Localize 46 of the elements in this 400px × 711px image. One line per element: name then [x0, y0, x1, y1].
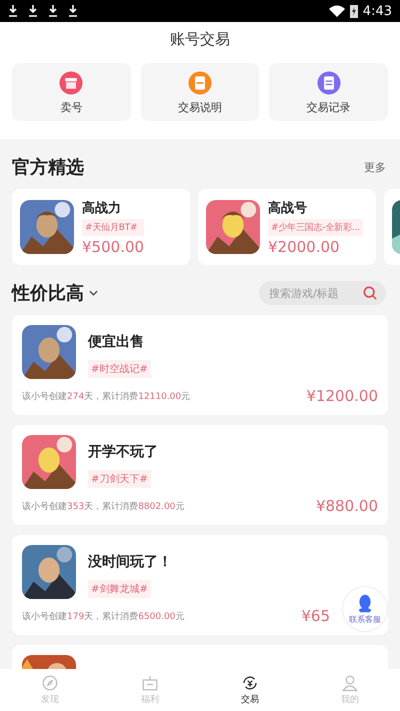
quick-action-button[interactable]: 卖号 [12, 63, 131, 121]
listing-title: 没时间玩了！ [88, 553, 172, 571]
game-tag: #天仙月BT# [82, 218, 144, 236]
featured-card[interactable]: 高战力 #天仙月BT# ¥500.00 [12, 189, 190, 265]
status-time: 4:43 [362, 4, 392, 18]
download-icon [8, 5, 18, 17]
search-icon[interactable] [363, 286, 377, 300]
listing-price: ¥500.00 [82, 238, 144, 256]
section-title: 官方精选 [12, 156, 84, 179]
more-link[interactable]: 更多 [364, 160, 386, 174]
listing-price: ¥2000.00 [268, 238, 341, 256]
listing-card[interactable]: 便宜出售 #时空战记# 该小号创建274天，累计消费12110.00元 ¥1200.00 [12, 315, 388, 415]
section-title: 性价比高 [12, 282, 84, 305]
listing-title: 开学不玩了 [88, 443, 158, 461]
download-icon [48, 5, 58, 17]
listing-title: 高战号 [268, 200, 308, 216]
featured-card[interactable]: 高战号 #少年三国志-全新彩... ¥2000.00 [198, 189, 376, 265]
wifi-icon [328, 5, 345, 17]
listing-price: ¥880.00 [316, 497, 378, 515]
game-tag: #时空战记# [88, 360, 151, 378]
game-tag: #刀剑天下# [88, 470, 151, 488]
listing-card[interactable]: 开学不玩了 #刀剑天下# 该小号创建353天，累计消费8802.00元 ¥880.00 [12, 425, 388, 525]
game-tag: #剑舞龙城# [88, 580, 151, 598]
download-icon [68, 5, 78, 17]
quick-action-button[interactable]: 交易记录 [269, 63, 388, 121]
battery-icon [350, 4, 358, 18]
gift-box-icon [141, 674, 159, 692]
compass-icon [41, 674, 59, 692]
account-stats: 该小号创建274天，累计消费12110.00元 [22, 390, 190, 402]
listing-card[interactable] [12, 645, 388, 669]
account-stats: 该小号创建179天，累计消费6500.00元 [22, 610, 184, 622]
listing-price: ¥1200.00 [306, 387, 378, 405]
page-title: 账号交易 [169, 30, 231, 49]
listing-title: 便宜出售 [88, 333, 145, 351]
yuan-exchange-icon [241, 674, 259, 692]
listing-price: ¥65 [301, 607, 330, 625]
listing-title: 高战力 [82, 200, 122, 216]
game-tag: #少年三国志-全新彩... [268, 218, 363, 236]
nav-tab[interactable]: 交易 [200, 669, 300, 711]
chevron-down-icon[interactable] [89, 290, 98, 296]
search-field[interactable]: 搜索游戏/标题 [259, 281, 386, 305]
quick-action-button[interactable]: 交易说明 [140, 63, 260, 121]
account-stats: 该小号创建353天，累计消费8802.00元 [22, 500, 184, 512]
user-icon [341, 674, 359, 692]
download-icon [28, 5, 38, 17]
penguin-icon [357, 594, 373, 612]
